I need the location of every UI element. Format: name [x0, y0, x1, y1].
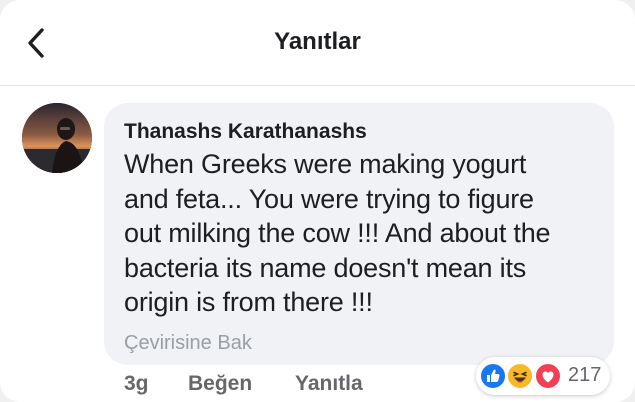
comment-line: When Greeks were making yogurt	[124, 149, 527, 179]
comment-line: origin is from there !!!	[124, 287, 373, 317]
reaction-count: 217	[568, 364, 602, 386]
reply-button[interactable]: Yanıtla	[295, 372, 363, 396]
comment-bubble[interactable]: Thanashs Karathanashs When Greeks were m…	[104, 103, 614, 365]
comment-time: 3g	[124, 372, 149, 395]
love-icon	[534, 362, 562, 390]
haha-icon	[506, 362, 534, 390]
comment-line: out milking the cow !!! And about the	[124, 218, 551, 248]
see-translation-link[interactable]: Çevirisine Bak	[124, 332, 594, 355]
like-button[interactable]: Beğen	[188, 372, 252, 396]
comment-text: When Greeks were making yogurt and feta.…	[124, 147, 594, 320]
page-title: Yanıtlar	[274, 28, 361, 55]
header: Yanıtlar	[0, 0, 635, 86]
comment-author[interactable]: Thanashs Karathanashs	[124, 119, 594, 145]
avatar-photo	[22, 103, 92, 173]
comment-line: bacteria its name doesn't mean its	[124, 252, 527, 283]
replies-screen: Yanıtlar Thanashs Karathanashs When Gree…	[0, 0, 635, 402]
avatar[interactable]	[22, 103, 92, 173]
like-icon	[479, 362, 507, 390]
reactions-summary[interactable]: 217	[476, 357, 610, 395]
comment-line: and feta... You were trying to figure	[124, 183, 534, 214]
